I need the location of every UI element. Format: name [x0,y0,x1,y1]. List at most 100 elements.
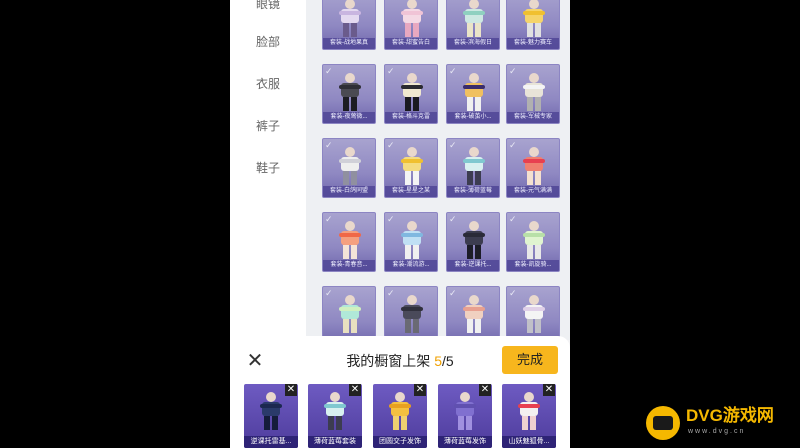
remove-icon[interactable]: ✕ [349,384,361,396]
outfit-figure [461,147,487,185]
check-icon: ✓ [449,214,457,224]
outfit-card[interactable]: ✓ 套装-夜莺微... [322,64,376,124]
remove-icon[interactable]: ✕ [285,384,297,396]
slot-caption: 逆课托雷基... [244,436,298,448]
outfit-card[interactable]: ✓ 套装-甜蜜告白 [384,0,438,50]
check-icon: ✓ [449,288,457,298]
outfit-figure [337,0,363,37]
outfit-caption: 套装-魅力赛车 [507,38,559,49]
outfit-figure [521,73,547,111]
check-icon: ✓ [387,140,395,150]
remove-icon[interactable]: ✕ [414,384,426,396]
check-icon: ✓ [325,288,333,298]
outfit-card[interactable]: ✓ 套装-元气满满 [506,138,560,198]
outfit-caption: 套装-军械专家 [507,112,559,123]
outfit-card[interactable]: ✓ 套装-星星之某 [384,138,438,198]
outfit-figure [399,295,425,333]
outfit-figure [461,221,487,259]
outfit-caption: 套装-格斗克雷 [385,112,437,123]
outfit-card[interactable]: ✓ 套装-滨海假日 [446,0,500,50]
outfit-caption: 套装-凯旋骑... [507,260,559,271]
done-button[interactable]: 完成 [502,346,558,374]
check-icon: ✓ [449,140,457,150]
outfit-figure [322,392,348,430]
gamepad-icon [646,406,680,440]
slot-caption: 团圆交子发饰 [373,436,427,448]
outfit-figure [461,0,487,37]
check-icon: ✓ [509,0,517,2]
showcase-slot[interactable]: ✕ 薄荷蓝莓发饰 [438,384,492,448]
outfit-figure [258,392,284,430]
outfit-card[interactable]: ✓ 套装-凯旋骑... [506,212,560,272]
outfit-figure [337,73,363,111]
category-glasses[interactable]: 眼镜 [230,0,306,12]
check-icon: ✓ [387,214,395,224]
remove-icon[interactable]: ✕ [543,384,555,396]
category-shoes[interactable]: 鞋子 [230,160,306,176]
showcase-slot[interactable]: ✕ 逆课托雷基... [244,384,298,448]
outfit-figure [452,392,478,430]
outfit-caption: 套装-薄荷蓝莓 [447,186,499,197]
outfit-figure [516,392,542,430]
outfit-figure [461,295,487,333]
check-icon: ✓ [325,0,333,2]
showcase-count-current: 5 [434,353,442,369]
slot-caption: 薄荷蓝莓套装 [308,436,362,448]
outfit-card[interactable]: ✓ 套装-薄荷蓝莓 [446,138,500,198]
showcase-slot[interactable]: ✕ 团圆交子发饰 [373,384,427,448]
check-icon: ✓ [387,0,395,2]
outfit-figure [521,221,547,259]
outfit-caption: 套装-元气满满 [507,186,559,197]
showcase-count-total: /5 [442,353,454,369]
remove-icon[interactable]: ✕ [479,384,491,396]
category-clothes[interactable]: 衣服 [230,76,306,92]
showcase-slot[interactable]: ✕ 山妖魅狐骨... [502,384,556,448]
watermark-subtext: www.dvg.cn [688,428,746,435]
outfit-card[interactable]: ✓ 套装-军械专家 [506,64,560,124]
outfit-card[interactable]: ✓ 套装-战地果真 [322,0,376,50]
check-icon: ✓ [325,66,333,76]
check-icon: ✓ [325,214,333,224]
outfit-card[interactable]: ✓ [506,286,560,340]
showcase-sheet: ✕ 我的橱窗上架 5/5 完成 ✕ 逆课托雷基... ✕ 薄荷蓝莓套装 ✕ 团圆交子发饰 ✕… [230,336,570,448]
watermark-logo: DVG游戏网 www.dvg.cn [646,402,796,442]
outfit-figure [521,295,547,333]
slot-caption: 山妖魅狐骨... [502,436,556,448]
sheet-title-text: 我的橱窗上架 [346,353,435,369]
outfit-figure [337,221,363,259]
outfit-caption: 套装-滨海假日 [447,38,499,49]
outfit-caption: 套装-夜莺微... [323,112,375,123]
outfit-caption: 套装-青春音... [323,260,375,271]
check-icon: ✓ [509,66,517,76]
outfit-grid: ✓ 套装-战地果真 ✓ 套装-甜蜜告白 ✓ 套装-滨海假日 ✓ 套装-魅力赛车 ✓ 套装-夜莺微.… [306,0,570,340]
check-icon: ✓ [509,288,517,298]
outfit-figure [337,295,363,333]
outfit-figure [521,0,547,37]
outfit-caption: 套装-潮流游... [385,260,437,271]
outfit-card[interactable]: ✓ 套装-白鸽同盟 [322,138,376,198]
slot-caption: 薄荷蓝莓发饰 [438,436,492,448]
outfit-figure [461,73,487,111]
outfit-card[interactable]: ✓ 套装-逆课托... [446,212,500,272]
check-icon: ✓ [449,66,457,76]
outfit-card[interactable]: ✓ 套装-格斗克雷 [384,64,438,124]
outfit-figure [399,147,425,185]
outfit-figure [387,392,413,430]
outfit-figure [399,0,425,37]
category-face[interactable]: 脸部 [230,34,306,50]
outfit-card[interactable]: ✓ 套装-青春音... [322,212,376,272]
outfit-figure [521,147,547,185]
showcase-slot[interactable]: ✕ 薄荷蓝莓套装 [308,384,362,448]
outfit-card[interactable]: ✓ 套装-破茧小... [446,64,500,124]
outfit-card[interactable]: ✓ [322,286,376,340]
watermark-text: DVG游戏网 [686,406,774,425]
check-icon: ✓ [509,214,517,224]
category-pants[interactable]: 裤子 [230,118,306,134]
outfit-card[interactable]: ✓ 套装-魅力赛车 [506,0,560,50]
outfit-card[interactable]: ✓ [384,286,438,340]
outfit-figure [399,221,425,259]
outfit-caption: 套装-白鸽同盟 [323,186,375,197]
check-icon: ✓ [387,66,395,76]
outfit-card[interactable]: ✓ 套装-潮流游... [384,212,438,272]
outfit-card[interactable]: ✓ [446,286,500,340]
